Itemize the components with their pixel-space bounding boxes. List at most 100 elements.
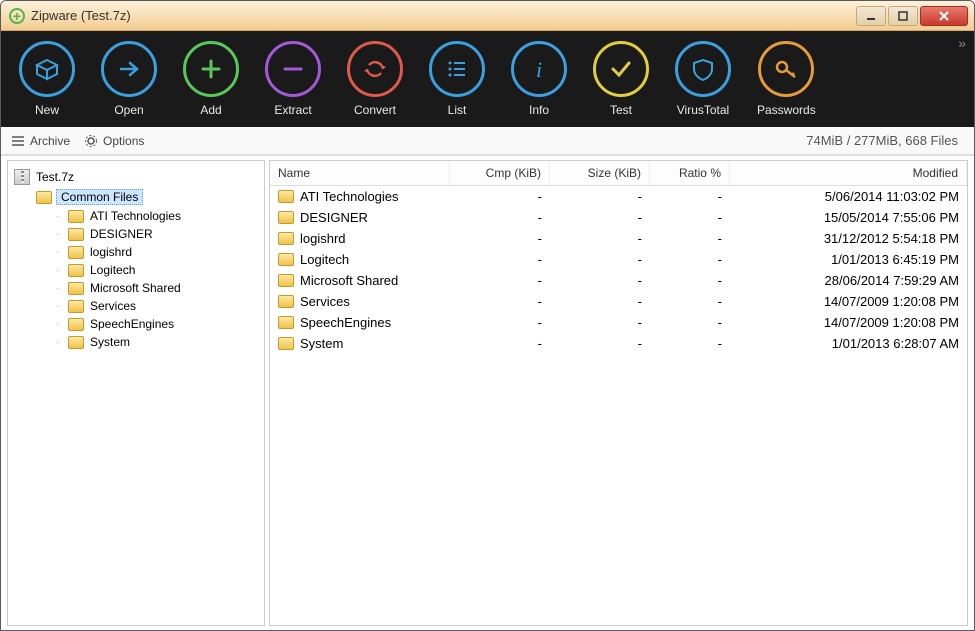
toolbar-overflow-icon[interactable]: » bbox=[958, 35, 966, 51]
list-row[interactable]: DESIGNER---15/05/2014 7:55:06 PM bbox=[270, 207, 967, 228]
cell-size: - bbox=[550, 230, 650, 247]
col-header-cmp[interactable]: Cmp (KiB) bbox=[450, 161, 550, 185]
cell-cmp: - bbox=[450, 188, 550, 205]
archive-icon bbox=[14, 169, 30, 185]
cell-modified: 15/05/2014 7:55:06 PM bbox=[730, 209, 967, 226]
tree-item[interactable]: ·Logitech bbox=[56, 261, 258, 279]
folder-icon bbox=[68, 264, 84, 277]
folder-icon bbox=[68, 210, 84, 223]
tool-open-label: Open bbox=[114, 103, 143, 117]
minimize-button[interactable] bbox=[856, 6, 886, 26]
tree-item-label: Logitech bbox=[88, 263, 137, 277]
tree-node-common-files[interactable]: Common Files bbox=[36, 187, 258, 207]
list-row[interactable]: Services---14/07/2009 1:20:08 PM bbox=[270, 291, 967, 312]
close-icon bbox=[937, 9, 951, 23]
cell-size: - bbox=[550, 293, 650, 310]
cell-cmp: - bbox=[450, 209, 550, 226]
cell-ratio: - bbox=[650, 335, 730, 352]
list-row[interactable]: System---1/01/2013 6:28:07 AM bbox=[270, 333, 967, 354]
menu-options[interactable]: Options bbox=[84, 134, 144, 148]
cell-modified: 14/07/2009 1:20:08 PM bbox=[730, 293, 967, 310]
window-title: Zipware (Test.7z) bbox=[31, 8, 856, 23]
cell-size: - bbox=[550, 188, 650, 205]
list-row[interactable]: Microsoft Shared---28/06/2014 7:59:29 AM bbox=[270, 270, 967, 291]
cell-modified: 14/07/2009 1:20:08 PM bbox=[730, 314, 967, 331]
col-header-modified[interactable]: Modified bbox=[730, 161, 967, 185]
plus-icon bbox=[183, 41, 239, 97]
tree-item[interactable]: ·System bbox=[56, 333, 258, 351]
folder-icon bbox=[278, 316, 294, 329]
cube-icon bbox=[19, 41, 75, 97]
cell-name: logishrd bbox=[270, 230, 450, 247]
tool-convert[interactable]: Convert bbox=[347, 41, 403, 117]
tree-item[interactable]: ·ATI Technologies bbox=[56, 207, 258, 225]
close-button[interactable] bbox=[920, 6, 968, 26]
maximize-icon bbox=[897, 10, 909, 22]
col-header-ratio[interactable]: Ratio % bbox=[650, 161, 730, 185]
cell-ratio: - bbox=[650, 272, 730, 289]
list-row[interactable]: Logitech---1/01/2013 6:45:19 PM bbox=[270, 249, 967, 270]
folder-icon bbox=[278, 211, 294, 224]
tree-item[interactable]: ·logishrd bbox=[56, 243, 258, 261]
tree-item[interactable]: ·Microsoft Shared bbox=[56, 279, 258, 297]
titlebar[interactable]: + Zipware (Test.7z) bbox=[1, 1, 974, 31]
tree-pane[interactable]: Test.7z Common Files ·ATI Technologies·D… bbox=[7, 160, 265, 626]
tree-item[interactable]: ·DESIGNER bbox=[56, 225, 258, 243]
content-area: Test.7z Common Files ·ATI Technologies·D… bbox=[1, 155, 974, 630]
cell-size: - bbox=[550, 209, 650, 226]
tool-convert-label: Convert bbox=[354, 103, 396, 117]
tool-test[interactable]: Test bbox=[593, 41, 649, 117]
maximize-button[interactable] bbox=[888, 6, 918, 26]
tool-virustotal-label: VirusTotal bbox=[677, 103, 729, 117]
cell-cmp: - bbox=[450, 251, 550, 268]
list-body[interactable]: ATI Technologies---5/06/2014 11:03:02 PM… bbox=[270, 186, 967, 625]
tool-virustotal[interactable]: VirusTotal bbox=[675, 41, 731, 117]
cell-name: SpeechEngines bbox=[270, 314, 450, 331]
list-pane: Name Cmp (KiB) Size (KiB) Ratio % Modifi… bbox=[269, 160, 968, 626]
tree-selected-label: Common Files bbox=[56, 189, 143, 205]
app-icon: + bbox=[9, 8, 25, 24]
arrow-icon bbox=[101, 41, 157, 97]
tree-root[interactable]: Test.7z bbox=[14, 167, 258, 187]
list-row[interactable]: ATI Technologies---5/06/2014 11:03:02 PM bbox=[270, 186, 967, 207]
info-icon: i bbox=[511, 41, 567, 97]
tree-item[interactable]: ·Services bbox=[56, 297, 258, 315]
tool-extract[interactable]: Extract bbox=[265, 41, 321, 117]
tool-new-label: New bbox=[35, 103, 59, 117]
tool-open[interactable]: Open bbox=[101, 41, 157, 117]
tool-passwords-label: Passwords bbox=[757, 103, 816, 117]
menu-archive-label: Archive bbox=[30, 134, 70, 148]
cell-name: Microsoft Shared bbox=[270, 272, 450, 289]
gear-icon bbox=[84, 134, 98, 148]
tool-list[interactable]: List bbox=[429, 41, 485, 117]
cell-name: System bbox=[270, 335, 450, 352]
col-header-name[interactable]: Name bbox=[270, 161, 450, 185]
tool-new[interactable]: New bbox=[19, 41, 75, 117]
cell-ratio: - bbox=[650, 314, 730, 331]
cell-size: - bbox=[550, 272, 650, 289]
cycle-icon bbox=[347, 41, 403, 97]
cell-ratio: - bbox=[650, 209, 730, 226]
tool-info[interactable]: iInfo bbox=[511, 41, 567, 117]
cell-cmp: - bbox=[450, 293, 550, 310]
list-header: Name Cmp (KiB) Size (KiB) Ratio % Modifi… bbox=[270, 161, 967, 186]
tool-add[interactable]: Add bbox=[183, 41, 239, 117]
tree-item-label: Services bbox=[88, 299, 138, 313]
tree-level1: Common Files ·ATI Technologies·DESIGNER·… bbox=[14, 187, 258, 351]
tool-test-label: Test bbox=[610, 103, 632, 117]
hamburger-icon bbox=[11, 135, 25, 147]
tree-item[interactable]: ·SpeechEngines bbox=[56, 315, 258, 333]
list-row[interactable]: logishrd---31/12/2012 5:54:18 PM bbox=[270, 228, 967, 249]
window-controls bbox=[856, 6, 968, 26]
menu-archive[interactable]: Archive bbox=[11, 134, 70, 148]
list-row[interactable]: SpeechEngines---14/07/2009 1:20:08 PM bbox=[270, 312, 967, 333]
col-header-size[interactable]: Size (KiB) bbox=[550, 161, 650, 185]
tree-level2: ·ATI Technologies·DESIGNER·logishrd·Logi… bbox=[36, 207, 258, 351]
cell-modified: 5/06/2014 11:03:02 PM bbox=[730, 188, 967, 205]
folder-icon bbox=[36, 191, 52, 204]
folder-icon bbox=[278, 337, 294, 350]
tool-passwords[interactable]: Passwords bbox=[757, 41, 816, 117]
list-icon bbox=[429, 41, 485, 97]
cell-modified: 1/01/2013 6:28:07 AM bbox=[730, 335, 967, 352]
key-icon bbox=[758, 41, 814, 97]
